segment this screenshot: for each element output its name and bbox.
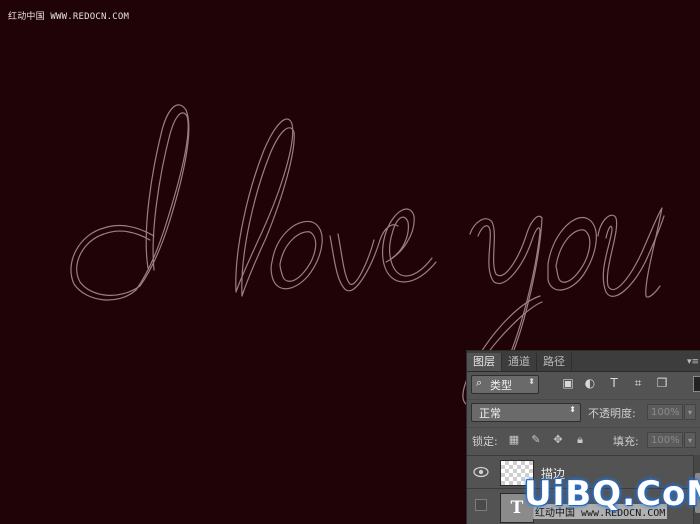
shape-filter-icon[interactable]: ⌗ — [631, 376, 645, 390]
visibility-toggle[interactable] — [475, 499, 487, 511]
chevron-updown-icon: ⬍ — [569, 405, 576, 414]
chevron-updown-icon: ⬍ — [528, 377, 535, 386]
blend-row: 正常 ⬍ 不透明度: 100% ▾ — [467, 399, 700, 424]
eye-icon[interactable] — [473, 465, 489, 479]
opacity-dropdown-icon[interactable]: ▾ — [684, 404, 696, 420]
smart-object-filter-icon[interactable]: ❐ — [655, 376, 669, 390]
lock-label: 锁定: — [472, 435, 498, 448]
blend-mode-select[interactable]: 正常 ⬍ — [471, 403, 581, 422]
fill-dropdown-icon[interactable]: ▾ — [684, 432, 696, 448]
fill-field[interactable]: 100% — [647, 432, 683, 448]
filter-kind-select[interactable]: ⌕ 类型 ⬍ — [471, 375, 539, 394]
blend-mode-value: 正常 — [479, 407, 501, 420]
panel-menu-icon[interactable]: ▾≡ — [685, 353, 700, 371]
filter-row: ⌕ 类型 ⬍ ▣ ◐ T ⌗ ❐ — [467, 373, 700, 397]
lock-brush-icon[interactable]: ✎ — [529, 433, 543, 447]
type-filter-icon[interactable]: T — [607, 376, 621, 390]
tab-channels[interactable]: 通道 — [502, 353, 537, 371]
fill-label: 填充: — [613, 435, 639, 448]
filter-kind-label: 类型 — [490, 379, 512, 392]
tab-paths[interactable]: 路径 — [537, 353, 572, 371]
image-filter-icon[interactable]: ▣ — [561, 376, 575, 390]
tab-layers[interactable]: 图层 — [467, 353, 502, 371]
adjustment-filter-icon[interactable]: ◐ — [583, 376, 597, 390]
site-logo: UiBQ.CoM — [524, 474, 700, 514]
lock-transparent-icon[interactable]: ▦ — [507, 433, 521, 447]
search-icon: ⌕ — [476, 376, 483, 389]
opacity-field[interactable]: 100% — [647, 404, 683, 420]
lock-all-icon[interactable]: 🔒︎ — [573, 433, 587, 447]
panel-tabs: 图层 通道 路径 ▾≡ — [467, 351, 700, 372]
lock-move-icon[interactable]: ✥ — [551, 433, 565, 447]
lock-row: 锁定: ▦ ✎ ✥ 🔒︎ 填充: 100% ▾ — [467, 427, 700, 452]
opacity-label: 不透明度: — [588, 407, 636, 420]
filter-toggle[interactable] — [693, 376, 700, 392]
